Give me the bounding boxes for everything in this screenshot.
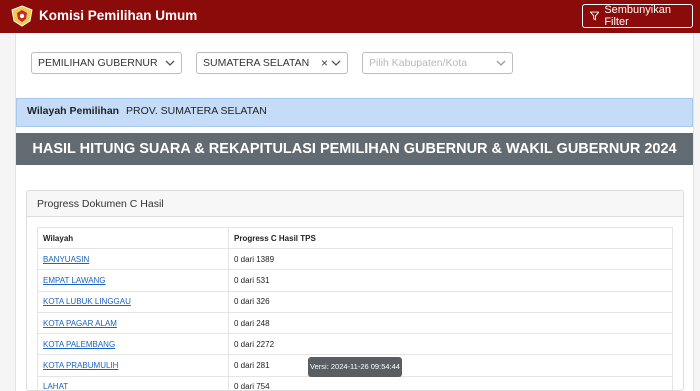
wilayah-link[interactable]: LAHAT	[43, 382, 68, 390]
kabupaten-select-placeholder: Pilih Kabupaten/Kota	[369, 57, 468, 69]
column-header-progress: Progress C Hasil TPS	[228, 227, 673, 249]
wilayah-cell: KOTA PALEMBANG	[37, 333, 229, 356]
wilayah-link[interactable]: KOTA PALEMBANG	[43, 340, 115, 349]
table-row: KOTA LUBUK LINGGAU 0 dari 326	[37, 290, 673, 313]
wilayah-cell: KOTA PAGAR ALAM	[37, 311, 229, 335]
wilayah-value: PROV. SUMATERA SELATAN	[126, 105, 267, 117]
progress-cell: 0 dari 531	[228, 269, 673, 292]
wilayah-link[interactable]: EMPAT LAWANG	[43, 276, 106, 285]
table-row: LAHAT 0 dari 754	[37, 375, 673, 390]
wilayah-link[interactable]: KOTA PRABUMULIH	[43, 361, 118, 370]
table-row: KOTA PAGAR ALAM 0 dari 248	[37, 311, 673, 335]
column-header-wilayah: Wilayah	[37, 227, 229, 249]
wilayah-cell: LAHAT	[37, 375, 229, 390]
pemilihan-select-value: PEMILIHAN GUBERNUR	[38, 57, 158, 69]
progress-cell: 0 dari 2272	[228, 333, 673, 356]
wilayah-cell: BANYUASIN	[37, 247, 229, 271]
wilayah-cell: EMPAT LAWANG	[37, 269, 229, 292]
hide-filter-button[interactable]: Sembunyikan Filter	[582, 4, 693, 28]
progress-cell: 0 dari 326	[228, 290, 673, 313]
chevron-down-icon	[331, 60, 341, 66]
table-row: KOTA PALEMBANG 0 dari 2272	[37, 333, 673, 356]
wilayah-link[interactable]: KOTA PAGAR ALAM	[43, 319, 117, 328]
progress-cell: 0 dari 1389	[228, 247, 673, 271]
progress-card-title: Progress Dokumen C Hasil	[27, 191, 683, 217]
kabupaten-select[interactable]: Pilih Kabupaten/Kota	[362, 52, 513, 74]
progress-cell: 0 dari 281	[228, 354, 673, 377]
clear-icon[interactable]: ×	[321, 56, 328, 70]
progress-cell: 0 dari 248	[228, 311, 673, 335]
table-header-row: Wilayah Progress C Hasil TPS	[37, 227, 673, 249]
brand-title[interactable]: Komisi Pemilihan Umum	[39, 8, 197, 23]
wilayah-link[interactable]: KOTA LUBUK LINGGAU	[43, 297, 131, 306]
chevron-down-icon	[496, 60, 506, 66]
progress-cell: 0 dari 754	[228, 375, 673, 390]
wilayah-cell: KOTA PRABUMULIH	[37, 354, 229, 377]
top-navbar: Komisi Pemilihan Umum Sembunyikan Filter	[0, 0, 700, 33]
version-tooltip: Versi: 2024-11-26 09:54:44	[308, 357, 402, 377]
kpu-logo-icon[interactable]	[10, 5, 34, 27]
wilayah-cell: KOTA LUBUK LINGGAU	[37, 290, 229, 313]
wilayah-link[interactable]: BANYUASIN	[43, 255, 89, 264]
table-row: BANYUASIN 0 dari 1389	[37, 247, 673, 271]
provinsi-select-value: SUMATERA SELATAN	[203, 57, 310, 69]
wilayah-label: Wilayah Pemilihan	[27, 105, 120, 117]
pemilihan-select[interactable]: PEMILIHAN GUBERNUR	[31, 52, 182, 74]
chevron-down-icon	[165, 60, 175, 66]
table-row: EMPAT LAWANG 0 dari 531	[37, 269, 673, 292]
result-banner: HASIL HITUNG SUARA & REKAPITULASI PEMILI…	[16, 133, 693, 165]
filter-icon	[590, 11, 600, 21]
wilayah-pemilihan-bar: Wilayah Pemilihan PROV. SUMATERA SELATAN	[16, 98, 693, 127]
hide-filter-label: Sembunyikan Filter	[604, 4, 671, 28]
provinsi-select[interactable]: SUMATERA SELATAN ×	[196, 52, 348, 74]
